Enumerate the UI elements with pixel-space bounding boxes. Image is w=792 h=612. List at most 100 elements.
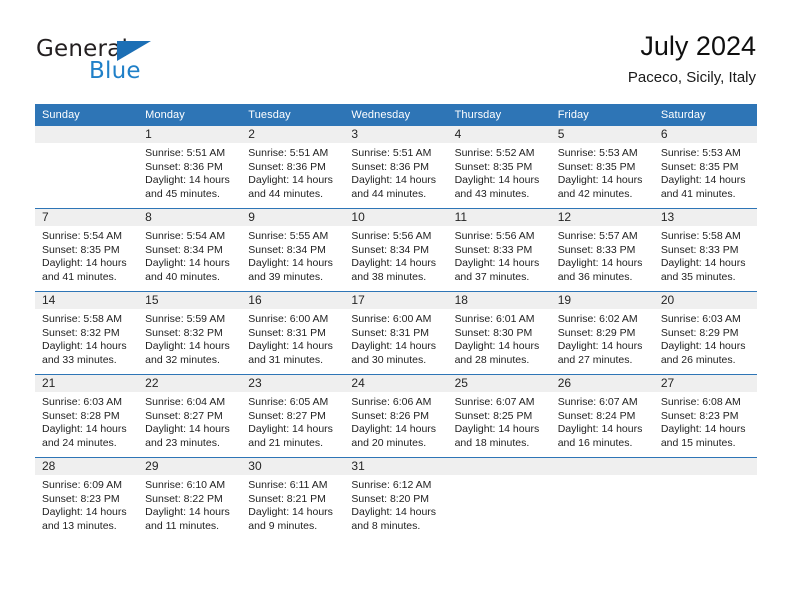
sunset-text: Sunset: 8:29 PM [660, 326, 739, 339]
day-number: 3 [344, 126, 448, 143]
calendar-week-row: 14 Sunrise: 5:58 AM Sunset: 8:32 PM Dayligh… [35, 291, 757, 375]
title-block: July 2024 Paceco, Sicily, Italy [628, 30, 756, 87]
day-details: Sunrise: 6:07 AM Sunset: 8:24 PM Daylight:… [551, 392, 654, 450]
daylight-text: and 39 minutes. [248, 270, 323, 283]
sunset-text: Sunset: 8:29 PM [557, 326, 636, 339]
day-number: 26 [550, 375, 654, 392]
day-number: 16 [241, 292, 345, 309]
sunrise-text: Sunrise: 6:03 AM [660, 313, 741, 325]
day-details: Sunrise: 6:04 AM Sunset: 8:27 PM Daylight:… [138, 392, 241, 450]
day-number: 13 [653, 209, 757, 226]
sunrise-text: Sunrise: 5:53 AM [557, 147, 638, 159]
day-details: Sunrise: 5:58 AM Sunset: 8:32 PM Daylight:… [35, 309, 138, 367]
sunset-text: Sunset: 8:32 PM [145, 326, 223, 339]
page-title: July 2024 [640, 31, 756, 61]
sunrise-text: Sunrise: 5:51 AM [145, 147, 226, 159]
calendar-day-cell[interactable]: 19 Sunrise: 6:02 AM Sunset: 8:29 PM Dayligh… [550, 291, 654, 375]
daylight-text: and 38 minutes. [351, 270, 427, 283]
daylight-text: and 9 minutes. [248, 519, 318, 532]
calendar-day-cell[interactable]: 8 Sunrise: 5:54 AM Sunset: 8:34 PM Daylight… [138, 208, 242, 292]
day-details: Sunrise: 5:58 AM Sunset: 8:33 PM Daylight:… [654, 226, 757, 284]
daylight-text: and 11 minutes. [145, 519, 220, 532]
calendar-week-row: 28 Sunrise: 6:09 AM Sunset: 8:23 PM Dayligh… [35, 457, 757, 540]
calendar-day-cell[interactable]: 11 Sunrise: 5:56 AM Sunset: 8:33 PM Dayligh… [447, 208, 551, 292]
calendar-day-cell[interactable]: 7 Sunrise: 5:54 AM Sunset: 8:35 PM Daylight… [35, 208, 139, 292]
calendar-day-cell[interactable]: 1 Sunrise: 5:51 AM Sunset: 8:36 PM Daylight… [138, 126, 242, 209]
calendar-day-cell[interactable]: 21 Sunrise: 6:03 AM Sunset: 8:28 PM Dayligh… [35, 374, 139, 458]
daylight-text: and 41 minutes. [42, 270, 117, 283]
calendar-day-cell[interactable]: 25 Sunrise: 6:07 AM Sunset: 8:25 PM Dayligh… [447, 374, 551, 458]
calendar-day-cell[interactable]: 15 Sunrise: 5:59 AM Sunset: 8:32 PM Dayligh… [138, 291, 242, 375]
day-details: Sunrise: 5:57 AM Sunset: 8:33 PM Daylight:… [551, 226, 654, 284]
calendar-day-cell-empty [550, 457, 654, 540]
general-blue-logo[interactable]: General Blue [36, 36, 216, 90]
day-number: 10 [344, 209, 448, 226]
daylight-text: Daylight: 14 hours [248, 423, 333, 435]
sunrise-text: Sunrise: 6:07 AM [557, 396, 638, 408]
sunrise-text: Sunrise: 6:03 AM [42, 396, 122, 408]
day-details: Sunrise: 6:01 AM Sunset: 8:30 PM Daylight:… [448, 309, 551, 367]
sunset-text: Sunset: 8:34 PM [145, 243, 223, 256]
calendar-day-cell-empty [35, 126, 139, 209]
calendar-day-cell[interactable]: 20 Sunrise: 6:03 AM Sunset: 8:29 PM Dayligh… [653, 291, 757, 375]
calendar-day-cell[interactable]: 16 Sunrise: 6:00 AM Sunset: 8:31 PM Dayligh… [241, 291, 345, 375]
calendar-day-cell[interactable]: 18 Sunrise: 6:01 AM Sunset: 8:30 PM Dayligh… [447, 291, 551, 375]
calendar-day-cell[interactable]: 27 Sunrise: 6:08 AM Sunset: 8:23 PM Dayligh… [653, 374, 757, 458]
calendar-day-cell[interactable]: 3 Sunrise: 5:51 AM Sunset: 8:36 PM Daylight… [344, 126, 448, 209]
daylight-text: Daylight: 14 hours [248, 340, 333, 352]
sunset-text: Sunset: 8:31 PM [351, 326, 430, 339]
calendar-day-cell[interactable]: 30 Sunrise: 6:11 AM Sunset: 8:21 PM Dayligh… [241, 457, 345, 540]
daylight-text: Daylight: 14 hours [42, 257, 127, 269]
sunrise-text: Sunrise: 6:02 AM [557, 313, 638, 325]
calendar-day-cell[interactable]: 23 Sunrise: 6:05 AM Sunset: 8:27 PM Dayligh… [241, 374, 345, 458]
daylight-text: and 18 minutes. [454, 436, 530, 449]
calendar-day-cell[interactable]: 28 Sunrise: 6:09 AM Sunset: 8:23 PM Dayligh… [35, 457, 139, 540]
calendar-day-cell[interactable]: 13 Sunrise: 5:58 AM Sunset: 8:33 PM Dayligh… [653, 208, 757, 292]
page-header: General Blue July 2024 Paceco, Sicily, I… [0, 0, 792, 100]
day-details: Sunrise: 5:55 AM Sunset: 8:34 PM Daylight:… [241, 226, 344, 284]
sunset-text: Sunset: 8:23 PM [42, 492, 120, 505]
calendar-day-cell[interactable]: 24 Sunrise: 6:06 AM Sunset: 8:26 PM Dayligh… [344, 374, 448, 458]
calendar-day-cell[interactable]: 14 Sunrise: 5:58 AM Sunset: 8:32 PM Dayligh… [35, 291, 139, 375]
sunset-text: Sunset: 8:36 PM [248, 160, 326, 173]
daylight-text: Daylight: 14 hours [660, 423, 746, 435]
day-details: Sunrise: 5:53 AM Sunset: 8:35 PM Daylight:… [654, 143, 757, 201]
calendar-day-cell[interactable]: 10 Sunrise: 5:56 AM Sunset: 8:34 PM Dayligh… [344, 208, 448, 292]
day-number: 11 [447, 209, 551, 226]
calendar-day-cell[interactable]: 5 Sunrise: 5:53 AM Sunset: 8:35 PM Daylight… [550, 126, 654, 209]
logo-word-blue: Blue [89, 58, 141, 84]
daylight-text: and 13 minutes. [42, 519, 117, 532]
weekday-header-thursday: Thursday [447, 104, 551, 126]
daylight-text: Daylight: 14 hours [351, 257, 437, 269]
calendar-day-cell[interactable]: 12 Sunrise: 5:57 AM Sunset: 8:33 PM Dayligh… [550, 208, 654, 292]
sunrise-text: Sunrise: 5:58 AM [42, 313, 122, 325]
calendar-day-cell[interactable]: 9 Sunrise: 5:55 AM Sunset: 8:34 PM Daylight… [241, 208, 345, 292]
calendar-day-cell[interactable]: 6 Sunrise: 5:53 AM Sunset: 8:35 PM Daylight… [653, 126, 757, 209]
sunrise-text: Sunrise: 5:53 AM [660, 147, 741, 159]
sunrise-text: Sunrise: 6:11 AM [248, 479, 328, 491]
daylight-text: and 41 minutes. [660, 187, 736, 200]
day-number: 24 [344, 375, 448, 392]
calendar-day-cell[interactable]: 2 Sunrise: 5:51 AM Sunset: 8:36 PM Daylight… [241, 126, 345, 209]
day-details: Sunrise: 6:02 AM Sunset: 8:29 PM Daylight:… [551, 309, 654, 367]
calendar-week-row: 7 Sunrise: 5:54 AM Sunset: 8:35 PM Daylight… [35, 208, 757, 292]
calendar-day-cell[interactable]: 29 Sunrise: 6:10 AM Sunset: 8:22 PM Dayligh… [138, 457, 242, 540]
sunset-text: Sunset: 8:24 PM [557, 409, 636, 422]
calendar-day-cell[interactable]: 26 Sunrise: 6:07 AM Sunset: 8:24 PM Dayligh… [550, 374, 654, 458]
daylight-text: and 20 minutes. [351, 436, 427, 449]
sunrise-text: Sunrise: 5:59 AM [145, 313, 226, 325]
daylight-text: Daylight: 14 hours [145, 257, 230, 269]
day-number: 25 [447, 375, 551, 392]
calendar-day-cell[interactable]: 4 Sunrise: 5:52 AM Sunset: 8:35 PM Daylight… [447, 126, 551, 209]
daylight-text: Daylight: 14 hours [454, 423, 540, 435]
day-number: 20 [653, 292, 757, 309]
day-details: Sunrise: 5:52 AM Sunset: 8:35 PM Daylight:… [448, 143, 551, 201]
calendar-day-cell[interactable]: 31 Sunrise: 6:12 AM Sunset: 8:20 PM Dayligh… [344, 457, 448, 540]
calendar-day-cell[interactable]: 17 Sunrise: 6:00 AM Sunset: 8:31 PM Dayligh… [344, 291, 448, 375]
calendar-day-cell[interactable]: 22 Sunrise: 6:04 AM Sunset: 8:27 PM Dayligh… [138, 374, 242, 458]
daylight-text: and 42 minutes. [557, 187, 633, 200]
daylight-text: and 37 minutes. [454, 270, 530, 283]
day-number: 9 [241, 209, 345, 226]
daylight-text: and 24 minutes. [42, 436, 117, 449]
daylight-text: Daylight: 14 hours [248, 506, 333, 518]
